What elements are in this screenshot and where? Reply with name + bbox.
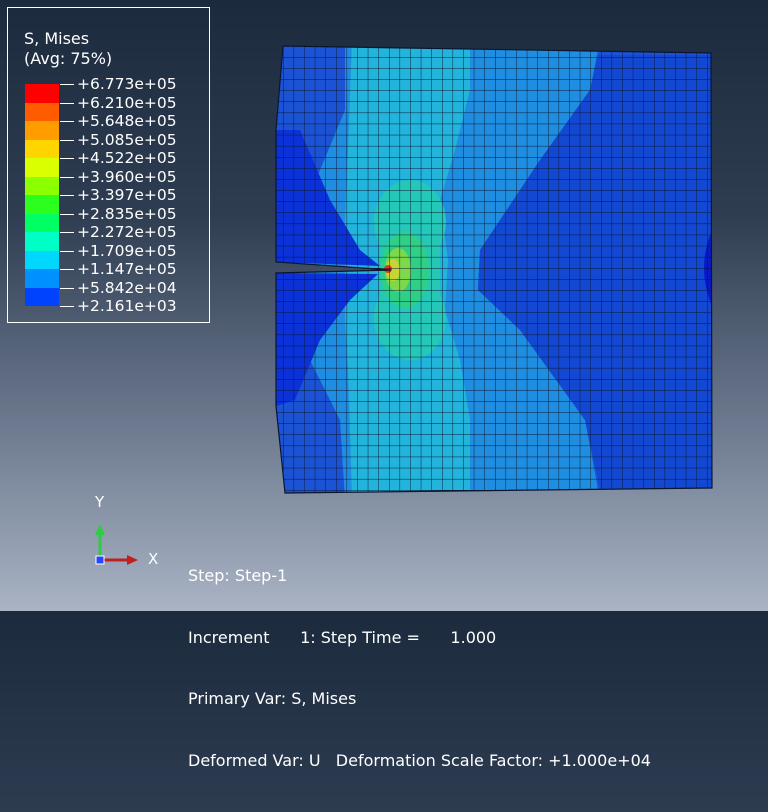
info-step: Step: Step-1: [188, 566, 288, 585]
y-axis-label: Y: [95, 493, 105, 511]
x-axis-label: X: [148, 550, 159, 568]
info-increment: Increment 1: Step Time = 1.000: [188, 627, 497, 647]
viewport-info: Step: Step-1 Increment 1: Step Time = 1.…: [188, 525, 651, 812]
mesh-grid: [276, 46, 712, 493]
info-primary-var: Primary Var: S, Mises: [188, 689, 357, 708]
info-deformed-var: Deformed Var: U Deformation Scale Factor…: [188, 750, 651, 770]
contour-plot: [276, 46, 712, 493]
viewport[interactable]: S, Mises (Avg: 75%) +6.773e+05 +6.210e+05…: [0, 0, 768, 770]
axis-triad: Y X: [82, 490, 172, 580]
